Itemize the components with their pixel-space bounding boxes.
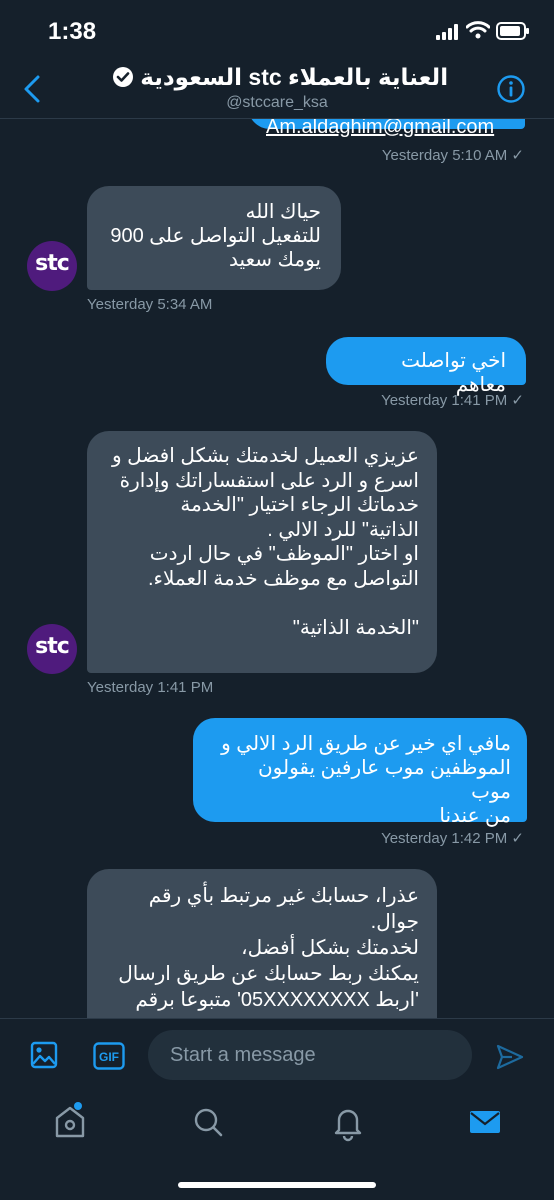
avatar-logo: stc xyxy=(35,634,70,659)
message-timestamp: Yesterday 1:42 PM ✓ xyxy=(381,830,524,847)
incoming-message[interactable]: عذرا، حسابك غير مرتبط بأي رقم جوال. لخدم… xyxy=(87,869,437,1018)
avatar[interactable]: stc xyxy=(27,624,77,674)
message-composer: GIF xyxy=(0,1018,554,1093)
avatar-logo: stc xyxy=(35,251,70,276)
verified-badge-icon xyxy=(112,67,133,87)
outgoing-message[interactable]: مافي اي خير عن طريق الرد الالي و الموظفي… xyxy=(193,718,527,827)
image-icon[interactable] xyxy=(30,1041,58,1069)
message-timestamp: Yesterday 5:34 AM xyxy=(87,296,213,313)
account-handle: @stccare_ksa xyxy=(226,94,328,111)
wifi-icon xyxy=(466,21,490,39)
search-icon[interactable] xyxy=(188,1102,228,1142)
gif-button[interactable]: GIF xyxy=(93,1042,125,1075)
messages-envelope-icon[interactable] xyxy=(465,1102,505,1142)
conversation-header: العناية بالعملاء stc السعودية @stccare_k… xyxy=(0,60,554,119)
message-input[interactable] xyxy=(148,1030,472,1080)
bottom-tab-bar xyxy=(0,1092,554,1200)
notifications-bell-icon[interactable] xyxy=(328,1102,368,1142)
gif-label: GIF xyxy=(99,1050,119,1064)
notification-dot xyxy=(74,1102,82,1110)
back-arrow-icon[interactable] xyxy=(20,74,44,104)
status-bar: 1:38 xyxy=(0,0,554,60)
incoming-message[interactable]: عزيزي العميل لخدمتك بشكل افضل و اسرع و ا… xyxy=(87,431,437,673)
info-icon[interactable] xyxy=(496,74,526,104)
outgoing-message[interactable]: Am.aldaghim@gmail.com xyxy=(248,119,525,138)
email-link[interactable]: Am.aldaghim@gmail.com xyxy=(266,119,494,138)
home-icon[interactable] xyxy=(50,1102,90,1142)
message-timestamp: Yesterday 1:41 PM xyxy=(87,679,214,696)
battery-icon xyxy=(496,22,529,40)
message-list[interactable]: Am.aldaghim@gmail.com Yesterday 5:10 AM … xyxy=(0,119,554,1018)
page-title[interactable]: العناية بالعملاء stc السعودية xyxy=(60,64,494,91)
cellular-signal-icon xyxy=(436,24,458,40)
incoming-message[interactable]: حياك الله للتفعيل التواصل على 900 يومك س… xyxy=(87,186,341,290)
message-timestamp: Yesterday 1:41 PM ✓ xyxy=(381,392,524,409)
message-timestamp: Yesterday 5:10 AM ✓ xyxy=(381,147,524,164)
gif-icon: GIF xyxy=(93,1042,125,1070)
avatar[interactable]: stc xyxy=(27,241,77,291)
account-name: العناية بالعملاء stc السعودية xyxy=(140,64,449,90)
home-indicator xyxy=(178,1182,376,1188)
send-icon[interactable] xyxy=(496,1043,524,1071)
outgoing-message[interactable]: اخي تواصلت معاهم xyxy=(326,337,526,396)
status-time: 1:38 xyxy=(48,18,97,45)
